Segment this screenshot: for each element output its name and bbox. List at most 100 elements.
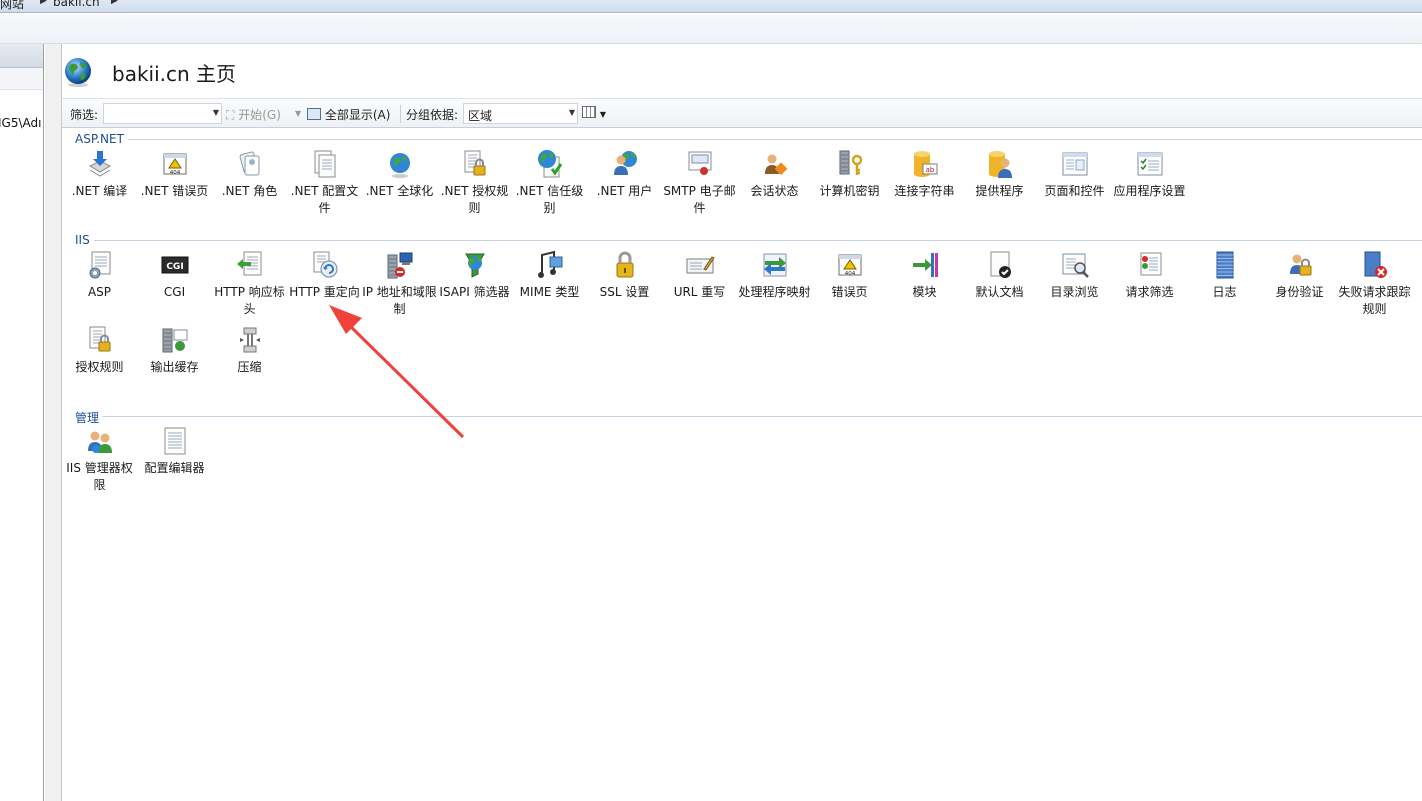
iis-manager-permissions-icon <box>87 431 112 453</box>
feature-configuration-editor[interactable]: 配置编辑器 <box>137 425 212 477</box>
feature-smtp-email[interactable]: SMTP 电子邮件 <box>662 148 737 217</box>
feature-label: 连接字符串 <box>894 184 955 198</box>
pages-controls-icon <box>1062 152 1087 176</box>
breadcrumb-separator-icon[interactable]: ▶ <box>40 0 47 6</box>
group-by-select[interactable]: 区域 ▼ <box>463 103 578 124</box>
page-header: bakii.cn 主页 <box>62 44 1422 98</box>
machine-key-icon <box>839 150 862 175</box>
feature-ssl-settings[interactable]: SSL 设置 <box>587 249 662 301</box>
app-settings-icon <box>1137 152 1162 176</box>
feature-label: .NET 信任级别 <box>515 184 584 215</box>
modules-icon <box>912 253 938 277</box>
dotnet-error-page-icon: 404 <box>163 153 186 176</box>
configuration-editor-icon <box>164 427 185 455</box>
feature-machine-key[interactable]: 计算机密钥 <box>812 148 887 200</box>
feature-label: 失败请求跟踪规则 <box>1338 285 1411 316</box>
connection-strings-icon: ab <box>913 151 937 177</box>
feature-label: 日志 <box>1212 285 1237 299</box>
feature-http-response-headers[interactable]: HTTP 响应标头 <box>212 249 287 318</box>
feature-label: IIS 管理器权限 <box>66 461 133 492</box>
feature-dotnet-profile[interactable]: .NET 配置文件 <box>287 148 362 217</box>
http-redirect-icon <box>313 251 337 278</box>
group-by-label: 分组依据: <box>406 108 459 122</box>
isapi-filters-icon <box>464 253 485 278</box>
feature-dotnet-globalization[interactable]: .NET 全球化 <box>362 148 437 200</box>
feature-toolbar: 筛选: ▼ ⛶ 开始(G) ▼ 全部显示(A) 分组依据: 区域 ▼ ▼ <box>62 98 1422 128</box>
feature-connection-strings[interactable]: ab 连接字符串 <box>887 148 962 200</box>
feature-dotnet-compile[interactable]: .NET 编译 <box>62 148 137 200</box>
feature-label: URL 重写 <box>673 285 726 299</box>
feature-isapi-filters[interactable]: ISAPI 筛选器 <box>437 249 512 301</box>
cgi-icon: CGI <box>161 256 188 274</box>
binoculars-icon: ⛶ <box>226 108 235 122</box>
section-divider <box>102 416 1422 417</box>
feature-modules[interactable]: 模块 <box>887 249 962 301</box>
show-all-icon <box>307 108 321 120</box>
go-dropdown-icon[interactable]: ▼ <box>295 109 301 118</box>
feature-label: 输出缓存 <box>150 360 199 374</box>
feature-output-caching[interactable]: 输出缓存 <box>137 324 212 376</box>
feature-dotnet-users[interactable]: .NET 用户 <box>587 148 662 200</box>
directory-browsing-icon <box>1062 253 1089 278</box>
show-all-button[interactable]: 全部显示(A) <box>307 106 390 123</box>
feature-label: ASP <box>87 285 112 299</box>
feature-authorization-rules[interactable]: 授权规则 <box>62 324 137 376</box>
go-button[interactable]: ⛶ 开始(G) <box>226 106 281 123</box>
feature-error-pages[interactable]: 404 错误页 <box>812 249 887 301</box>
feature-authentication[interactable]: 身份验证 <box>1262 249 1337 301</box>
feature-label: .NET 错误页 <box>140 184 209 198</box>
request-filtering-icon <box>1140 252 1161 276</box>
filter-input[interactable]: ▼ <box>103 103 222 124</box>
feature-iis-manager-permissions[interactable]: IIS 管理器权限 <box>62 425 137 494</box>
feature-url-rewrite[interactable]: URL 重写 <box>662 249 737 301</box>
breadcrumb-item-sites[interactable]: 网站 <box>0 0 24 12</box>
authorization-rules-icon <box>89 326 110 352</box>
feature-default-document[interactable]: 默认文档 <box>962 249 1037 301</box>
breadcrumb-item-site[interactable]: bakii.cn <box>53 0 100 9</box>
feature-app-settings[interactable]: 应用程序设置 <box>1112 148 1187 200</box>
feature-directory-browsing[interactable]: 目录浏览 <box>1037 249 1112 301</box>
feature-label: .NET 全球化 <box>365 184 434 198</box>
session-state-icon <box>764 154 787 176</box>
feature-dotnet-trust-level[interactable]: .NET 信任级别 <box>512 148 587 217</box>
page-title: bakii.cn 主页 <box>112 62 237 86</box>
connections-tree-node[interactable]: IG5\Adı <box>0 116 41 130</box>
feature-pages-controls[interactable]: 页面和控件 <box>1037 148 1112 200</box>
feature-label: SMTP 电子邮件 <box>663 184 736 215</box>
feature-request-filtering[interactable]: 请求筛选 <box>1112 249 1187 301</box>
authentication-icon <box>1289 254 1311 276</box>
feature-label: 请求筛选 <box>1125 285 1174 299</box>
svg-text:404: 404 <box>169 170 180 176</box>
svg-text:ab: ab <box>925 166 934 174</box>
pane-splitter[interactable] <box>45 44 62 801</box>
feature-session-state[interactable]: 会话状态 <box>737 148 812 200</box>
url-rewrite-icon <box>686 256 715 274</box>
breadcrumb-separator-icon[interactable]: ▶ <box>111 0 118 6</box>
feature-label: HTTP 重定向 <box>289 285 360 299</box>
feature-compression[interactable]: 压缩 <box>212 324 287 376</box>
feature-logging[interactable]: 日志 <box>1187 249 1262 301</box>
globe-icon <box>65 58 91 87</box>
chevron-down-icon[interactable]: ▼ <box>569 108 575 117</box>
feature-label: .NET 用户 <box>596 184 653 198</box>
ip-domain-restrictions-icon <box>387 252 412 279</box>
feature-view: bakii.cn 主页 筛选: ▼ ⛶ 开始(G) ▼ 全部显示(A) 分组依据… <box>62 44 1422 801</box>
feature-handler-mappings[interactable]: 处理程序映射 <box>737 249 812 301</box>
chevron-down-icon[interactable]: ▼ <box>213 108 219 117</box>
view-mode-button[interactable]: ▼ <box>582 106 606 120</box>
feature-dotnet-roles[interactable]: .NET 角色 <box>212 148 287 200</box>
feature-asp[interactable]: ASP <box>62 249 137 301</box>
feature-label: MIME 类型 <box>519 285 580 299</box>
chevron-down-icon: ▼ <box>599 110 606 119</box>
feature-label: 处理程序映射 <box>738 285 811 299</box>
feature-mime-types[interactable]: MIME 类型 <box>512 249 587 301</box>
feature-ip-domain-restrictions[interactable]: IP 地址和域限制 <box>362 249 437 318</box>
feature-dotnet-authorization[interactable]: .NET 授权规则 <box>437 148 512 217</box>
section-header: IIS <box>75 233 90 247</box>
feature-providers[interactable]: 提供程序 <box>962 148 1037 200</box>
feature-label: HTTP 响应标头 <box>214 285 285 316</box>
feature-dotnet-error-page[interactable]: 404 .NET 错误页 <box>137 148 212 200</box>
feature-http-redirect[interactable]: HTTP 重定向 <box>287 249 362 301</box>
feature-failed-request-tracing[interactable]: 失败请求跟踪规则 <box>1337 249 1412 318</box>
feature-cgi[interactable]: CGI CGI <box>137 249 212 301</box>
